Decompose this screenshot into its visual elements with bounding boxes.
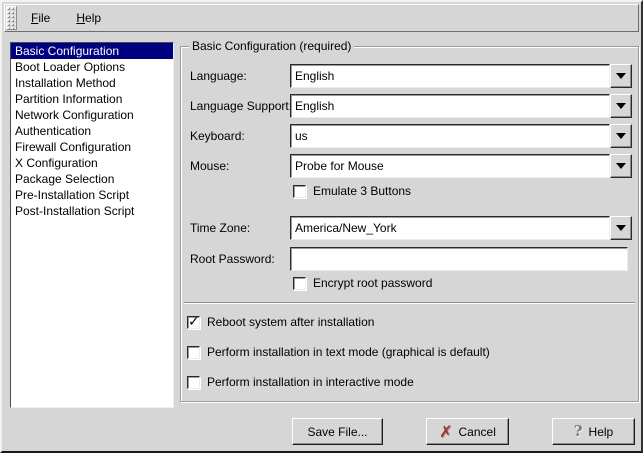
- menu-file-label: ile: [38, 11, 50, 25]
- mouse-label: Mouse:: [190, 159, 290, 173]
- emulate-3-buttons-label: Emulate 3 Buttons: [313, 184, 411, 198]
- chevron-down-icon: [616, 133, 626, 139]
- menubar: File Help: [4, 4, 639, 32]
- frame-title: Basic Configuration (required): [189, 39, 354, 53]
- time-zone-combo-dropdown-button[interactable]: [610, 216, 632, 240]
- keyboard-label: Keyboard:: [190, 129, 290, 143]
- sidebar-item-network-configuration[interactable]: Network Configuration: [11, 107, 173, 123]
- language-label: Language:: [190, 69, 290, 83]
- language-combo-entry[interactable]: English: [290, 64, 610, 88]
- sidebar-item-authentication[interactable]: Authentication: [11, 123, 173, 139]
- text-mode-install-checkbox[interactable]: [187, 346, 200, 359]
- time-zone-combo: America/New_York: [290, 216, 632, 240]
- help-button-label: Help: [589, 425, 614, 439]
- mouse-combo-dropdown-button[interactable]: [610, 154, 632, 178]
- language-combo: English: [290, 64, 632, 88]
- reboot-after-install-checkbox[interactable]: [187, 316, 200, 329]
- mouse-combo-entry[interactable]: Probe for Mouse: [290, 154, 610, 178]
- cancel-button[interactable]: ✗ Cancel: [426, 418, 509, 445]
- language-support-combo-entry[interactable]: English: [290, 94, 610, 118]
- chevron-down-icon: [616, 163, 626, 169]
- sidebar-item-firewall-configuration[interactable]: Firewall Configuration: [11, 139, 173, 155]
- cancel-button-label: Cancel: [459, 425, 496, 439]
- kickstart-configurator-window: File Help Basic Configuration Boot Loade…: [0, 0, 643, 453]
- save-file-button-label: Save File...: [307, 425, 367, 439]
- encrypt-root-password-checkbox[interactable]: [293, 277, 306, 290]
- root-password-input[interactable]: [290, 247, 628, 271]
- menu-help-label: elp: [85, 11, 101, 25]
- menu-file[interactable]: File: [18, 5, 63, 31]
- basic-configuration-frame: Basic Configuration (required) Language:…: [180, 46, 639, 402]
- sidebar-item-basic-configuration[interactable]: Basic Configuration: [11, 43, 173, 59]
- time-zone-combo-entry[interactable]: America/New_York: [290, 216, 610, 240]
- sidebar-item-post-installation-script[interactable]: Post-Installation Script: [11, 203, 173, 219]
- keyboard-combo-entry[interactable]: us: [290, 124, 610, 148]
- chevron-down-icon: [616, 73, 626, 79]
- reboot-after-install-label: Reboot system after installation: [207, 315, 374, 329]
- sidebar-item-installation-method[interactable]: Installation Method: [11, 75, 173, 91]
- encrypt-root-password-row: Encrypt root password: [293, 275, 432, 291]
- language-combo-dropdown-button[interactable]: [610, 64, 632, 88]
- text-mode-install-row: Perform installation in text mode (graph…: [187, 344, 490, 360]
- keyboard-combo: us: [290, 124, 632, 148]
- interactive-mode-install-checkbox[interactable]: [187, 376, 200, 389]
- chevron-down-icon: [616, 103, 626, 109]
- cancel-x-icon: ✗: [439, 424, 452, 440]
- emulate-3-buttons-checkbox[interactable]: [293, 185, 306, 198]
- mouse-combo: Probe for Mouse: [290, 154, 632, 178]
- sidebar-item-package-selection[interactable]: Package Selection: [11, 171, 173, 187]
- interactive-mode-install-row: Perform installation in interactive mode: [187, 374, 414, 390]
- menubar-drag-handle[interactable]: [6, 6, 17, 30]
- sidebar-item-boot-loader-options[interactable]: Boot Loader Options: [11, 59, 173, 75]
- encrypt-root-password-label: Encrypt root password: [313, 276, 432, 290]
- language-support-label: Language Support:: [190, 99, 290, 113]
- text-mode-install-label: Perform installation in text mode (graph…: [207, 345, 490, 359]
- horizontal-separator: [184, 302, 635, 304]
- keyboard-combo-dropdown-button[interactable]: [610, 124, 632, 148]
- interactive-mode-install-label: Perform installation in interactive mode: [207, 375, 414, 389]
- root-password-label: Root Password:: [190, 252, 290, 266]
- language-support-combo-dropdown-button[interactable]: [610, 94, 632, 118]
- category-list: Basic Configuration Boot Loader Options …: [10, 42, 174, 408]
- sidebar-item-pre-installation-script[interactable]: Pre-Installation Script: [11, 187, 173, 203]
- reboot-after-install-row: Reboot system after installation: [187, 314, 374, 330]
- sidebar-item-x-configuration[interactable]: X Configuration: [11, 155, 173, 171]
- sidebar-item-partition-information[interactable]: Partition Information: [11, 91, 173, 107]
- emulate-3-buttons-row: Emulate 3 Buttons: [293, 183, 411, 199]
- menu-help[interactable]: Help: [63, 5, 114, 31]
- save-file-button[interactable]: Save File...: [292, 418, 383, 445]
- help-question-icon: ?: [574, 424, 583, 439]
- help-button[interactable]: ? Help: [552, 418, 635, 445]
- chevron-down-icon: [616, 225, 626, 231]
- language-support-combo: English: [290, 94, 632, 118]
- time-zone-label: Time Zone:: [190, 221, 290, 235]
- menu-help-mnemonic: H: [76, 11, 85, 25]
